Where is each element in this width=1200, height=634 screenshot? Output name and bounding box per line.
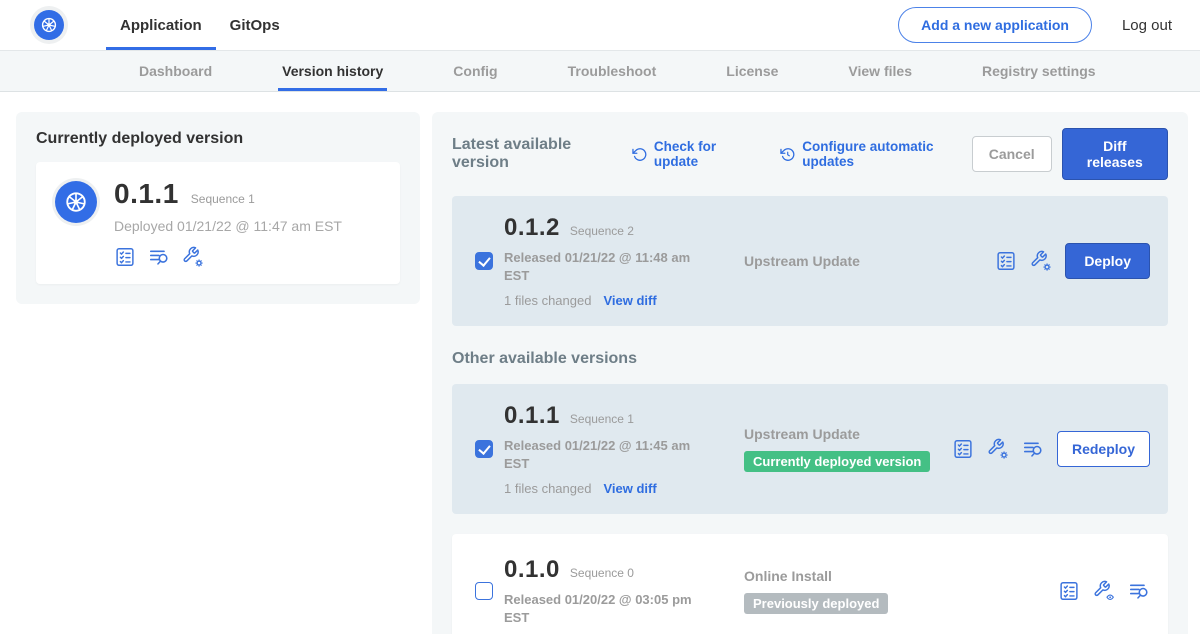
subnav-version-history[interactable]: Version history xyxy=(278,51,387,91)
version-number: 0.1.0 xyxy=(504,556,560,584)
subnav-view-files[interactable]: View files xyxy=(844,51,916,91)
kubernetes-logo xyxy=(30,6,68,44)
logout-link[interactable]: Log out xyxy=(1122,17,1172,34)
cancel-button[interactable]: Cancel xyxy=(972,136,1052,172)
version-source: Upstream Update xyxy=(744,253,995,269)
released-timestamp: Released 01/21/22 @ 11:48 am EST xyxy=(504,249,702,284)
version-checkbox[interactable] xyxy=(475,252,493,270)
deployed-version-number: 0.1.1 xyxy=(114,178,179,210)
redeploy-button[interactable]: Redeploy xyxy=(1057,431,1150,467)
kubernetes-wheel-icon xyxy=(38,14,60,36)
currently-deployed-badge: Currently deployed version xyxy=(744,451,930,472)
app-logo xyxy=(52,178,100,226)
refresh-icon xyxy=(632,146,647,163)
version-checkbox[interactable] xyxy=(475,582,493,600)
app-window: Application GitOps Add a new application… xyxy=(0,0,1200,634)
deployed-version-box: 0.1.1 Sequence 1 Deployed 01/21/22 @ 11:… xyxy=(36,162,400,284)
tab-application[interactable]: Application xyxy=(106,0,216,50)
version-row-0-1-2: 0.1.2 Sequence 2 Released 01/21/22 @ 11:… xyxy=(452,196,1168,326)
view-diff-link[interactable]: View diff xyxy=(603,481,656,496)
panel-header: Latest available version Check for updat… xyxy=(452,128,1168,180)
edit-config-icon[interactable] xyxy=(1030,250,1052,272)
top-navbar: Application GitOps Add a new application… xyxy=(0,0,1200,50)
version-checkbox[interactable] xyxy=(475,440,493,458)
version-row-0-1-0: 0.1.0 Sequence 0 Released 01/20/22 @ 03:… xyxy=(452,534,1168,634)
preflight-checks-icon[interactable] xyxy=(952,438,974,460)
subnav-registry-settings[interactable]: Registry settings xyxy=(978,51,1100,91)
view-files-icon[interactable] xyxy=(148,246,170,268)
version-source: Online Install xyxy=(744,568,1058,584)
subnav-license[interactable]: License xyxy=(722,51,782,91)
version-sequence: Sequence 2 xyxy=(570,224,634,238)
main-content: Currently deployed version 0.1.1 Sequenc… xyxy=(0,92,1200,634)
version-row-0-1-1: 0.1.1 Sequence 1 Released 01/21/22 @ 11:… xyxy=(452,384,1168,514)
view-files-icon[interactable] xyxy=(1022,438,1044,460)
diff-releases-button[interactable]: Diff releases xyxy=(1062,128,1168,180)
subnav-troubleshoot[interactable]: Troubleshoot xyxy=(564,51,661,91)
edit-config-icon[interactable] xyxy=(987,438,1009,460)
view-files-icon[interactable] xyxy=(1128,580,1150,602)
currently-deployed-card: Currently deployed version 0.1.1 Sequenc… xyxy=(16,112,420,304)
files-changed-label: 1 files changed xyxy=(504,293,591,308)
latest-available-title: Latest available version xyxy=(452,136,618,172)
add-new-application-button[interactable]: Add a new application xyxy=(898,7,1092,43)
previously-deployed-badge: Previously deployed xyxy=(744,593,888,614)
files-changed-label: 1 files changed xyxy=(504,481,591,496)
version-source: Upstream Update xyxy=(744,426,952,442)
tab-gitops[interactable]: GitOps xyxy=(216,0,294,50)
top-tabs: Application GitOps xyxy=(106,0,294,50)
version-number: 0.1.2 xyxy=(504,214,560,242)
version-sequence: Sequence 0 xyxy=(570,566,634,580)
auto-update-clock-icon xyxy=(780,146,795,163)
version-number: 0.1.1 xyxy=(504,402,560,430)
preflight-checks-icon[interactable] xyxy=(114,246,136,268)
version-history-panel: Latest available version Check for updat… xyxy=(432,112,1188,634)
currently-deployed-title: Currently deployed version xyxy=(36,130,400,148)
view-diff-link[interactable]: View diff xyxy=(603,293,656,308)
preflight-checks-icon[interactable] xyxy=(995,250,1017,272)
released-timestamp: Released 01/20/22 @ 03:05 pm EST xyxy=(504,591,702,626)
subnav-config[interactable]: Config xyxy=(449,51,501,91)
check-for-update-link[interactable]: Check for update xyxy=(632,139,754,169)
app-subnav: Dashboard Version history Config Trouble… xyxy=(0,50,1200,92)
deploy-button[interactable]: Deploy xyxy=(1065,243,1150,279)
deployed-timestamp: Deployed 01/21/22 @ 11:47 am EST xyxy=(114,218,342,234)
other-versions-title: Other available versions xyxy=(452,350,1168,368)
kubernetes-wheel-icon xyxy=(61,187,91,217)
subnav-dashboard[interactable]: Dashboard xyxy=(135,51,216,91)
view-config-icon[interactable] xyxy=(1093,580,1115,602)
configure-automatic-updates-link[interactable]: Configure automatic updates xyxy=(780,139,972,169)
deployed-sequence: Sequence 1 xyxy=(191,192,255,206)
released-timestamp: Released 01/21/22 @ 11:45 am EST xyxy=(504,437,702,472)
preflight-checks-icon[interactable] xyxy=(1058,580,1080,602)
edit-config-icon[interactable] xyxy=(182,246,204,268)
version-sequence: Sequence 1 xyxy=(570,412,634,426)
